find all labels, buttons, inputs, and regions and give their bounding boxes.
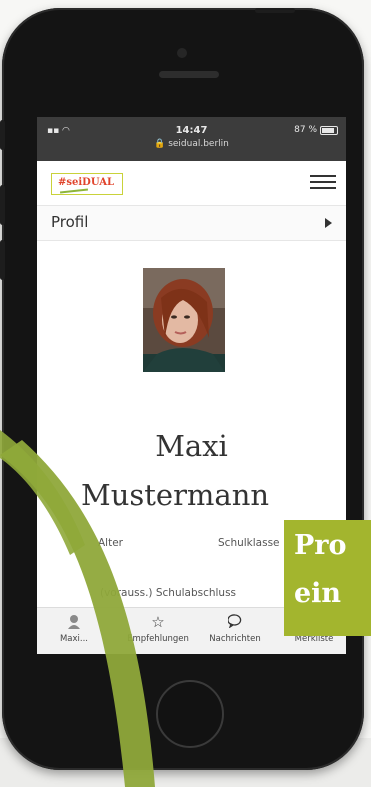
profile-photo [143, 268, 225, 372]
volume-up-button [0, 185, 5, 225]
avatar-icon [49, 614, 99, 630]
tab-messages[interactable]: Nachrichten [205, 608, 265, 654]
earpiece-speaker [159, 71, 219, 78]
portrait-image [143, 268, 225, 372]
chat-bubble-icon [205, 614, 265, 630]
callout-line1: Pro [294, 530, 347, 561]
background: ▪▪ ◠ 14:47 🔒 seidual.berlin 87 % #seiDUA… [0, 0, 371, 787]
school-class-label: Schulklasse [218, 537, 280, 549]
battery-icon [320, 125, 338, 135]
battery-status: 87 % [294, 125, 338, 135]
profile-last-name: Mustermann [81, 478, 270, 512]
volume-down-button [0, 240, 5, 280]
mute-switch [0, 120, 5, 150]
page-title: Profil [51, 213, 89, 231]
graduation-label: (vorauss.) Schulabschluss [100, 587, 237, 599]
status-bar: ▪▪ ◠ 14:47 🔒 seidual.berlin 87 % [37, 117, 346, 161]
app-header: #seiDUAL [37, 161, 346, 206]
callout-banner: Pro ein [284, 520, 371, 636]
power-button [255, 8, 295, 13]
front-camera [177, 48, 187, 58]
tab-recommendations[interactable]: ☆ Empfehlungen [123, 608, 193, 654]
hamburger-menu-icon[interactable] [310, 171, 336, 193]
browser-url[interactable]: 🔒 seidual.berlin [37, 139, 346, 149]
profile-first-name: Maxi [155, 429, 228, 463]
logo-text: #seiDUAL [58, 177, 115, 188]
chevron-right-icon[interactable] [325, 218, 332, 228]
callout-line2: ein [294, 578, 342, 609]
section-header[interactable]: Profil [37, 206, 346, 241]
url-text: seidual.berlin [168, 139, 229, 149]
seidual-logo[interactable]: #seiDUAL [51, 173, 123, 195]
tab-label: Nachrichten [209, 634, 261, 644]
tab-label: Empfehlungen [127, 634, 189, 644]
battery-percent: 87 % [294, 125, 317, 135]
tab-label: Maxi... [59, 634, 89, 644]
star-icon: ☆ [151, 613, 165, 631]
age-label: Alter [98, 537, 123, 549]
home-button[interactable] [156, 680, 224, 748]
tab-profile[interactable]: Maxi... [49, 608, 99, 654]
